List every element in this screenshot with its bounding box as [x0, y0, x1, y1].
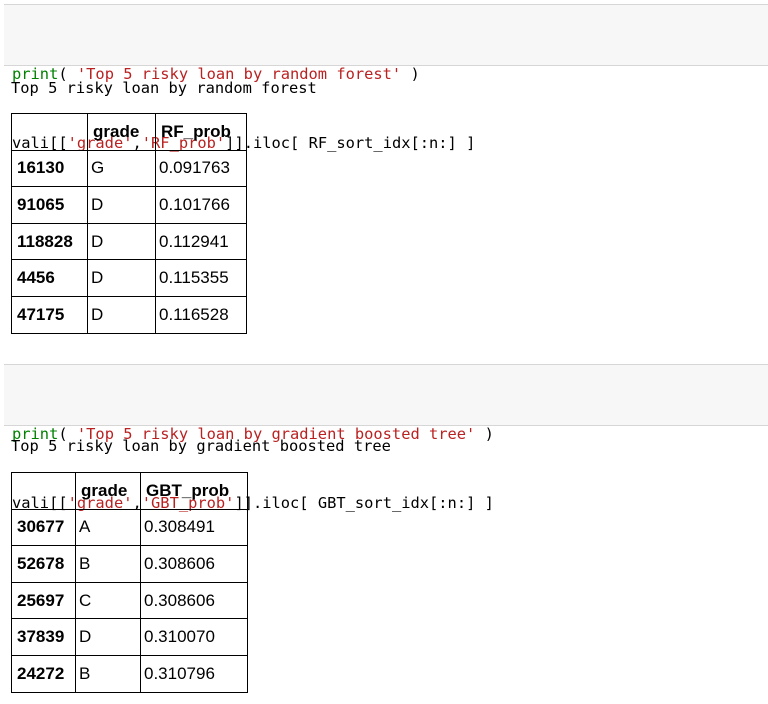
cell-prob: 0.310796 — [140, 654, 248, 693]
cell-prob: 0.310070 — [140, 618, 248, 656]
cell-prob: 0.308491 — [140, 508, 248, 547]
row-index: 30677 — [11, 508, 76, 547]
code-cell-2[interactable]: print( 'Top 5 risky loan by gradient boo… — [4, 364, 768, 512]
dataframe-table-gbt: grade GBT_prob 30677 A 0.308491 52678 B … — [11, 472, 248, 693]
cell-grade: C — [75, 581, 141, 620]
table-row: 118828 D 0.112941 — [11, 222, 247, 261]
column-header-prob: RF_prob — [155, 113, 247, 151]
column-header-grade: grade — [87, 113, 156, 151]
code-token: ) — [475, 425, 494, 443]
cell-prob: 0.101766 — [155, 186, 247, 224]
cell-grade: D — [87, 259, 156, 297]
row-index: 91065 — [11, 186, 88, 224]
table-row: 25697 C 0.308606 — [11, 581, 248, 620]
row-index: 24272 — [11, 654, 76, 693]
row-index: 4456 — [11, 259, 88, 297]
row-index: 25697 — [11, 581, 76, 620]
table-row: 4456 D 0.115355 — [11, 259, 247, 297]
table-row: 47175 D 0.116528 — [11, 295, 247, 334]
row-index: 52678 — [11, 545, 76, 583]
table-row: 52678 B 0.308606 — [11, 545, 248, 583]
table-row: 91065 D 0.101766 — [11, 186, 247, 224]
column-header-grade: grade — [75, 472, 141, 510]
index-header — [11, 113, 88, 151]
cell-prob: 0.091763 — [155, 149, 247, 188]
code-token: ]].iloc[ GBT_sort_idx[:n:] ] — [234, 494, 494, 512]
cell-prob: 0.115355 — [155, 259, 247, 297]
row-index: 47175 — [11, 295, 88, 334]
row-index: 37839 — [11, 618, 76, 656]
cell-prob: 0.308606 — [140, 581, 248, 620]
code-token: ]].iloc[ RF_sort_idx[:n:] ] — [225, 134, 476, 152]
column-header-prob: GBT_prob — [140, 472, 248, 510]
cell-grade: D — [87, 186, 156, 224]
cell-output-text: Top 5 risky loan by random forest — [11, 79, 317, 97]
cell-prob: 0.112941 — [155, 222, 247, 261]
table-row: 30677 A 0.308491 — [11, 508, 248, 547]
cell-prob: 0.116528 — [155, 295, 247, 334]
cell-grade: D — [87, 222, 156, 261]
row-index: 16130 — [11, 149, 88, 188]
code-token: ) — [401, 65, 420, 83]
dataframe-table-rf: grade RF_prob 16130 G 0.091763 91065 D 0… — [11, 113, 247, 334]
table-header-row: grade GBT_prob — [11, 472, 248, 510]
table-row: 16130 G 0.091763 — [11, 149, 247, 188]
code-cell-1[interactable]: print( 'Top 5 risky loan by random fores… — [4, 4, 768, 152]
cell-grade: D — [87, 295, 156, 334]
table-row: 37839 D 0.310070 — [11, 618, 248, 656]
table-row: 24272 B 0.310796 — [11, 654, 248, 693]
cell-grade: D — [75, 618, 141, 656]
cell-grade: G — [87, 149, 156, 188]
cell-grade: A — [75, 508, 141, 547]
row-index: 118828 — [11, 222, 88, 261]
cell-grade: B — [75, 545, 141, 583]
index-header — [11, 472, 76, 510]
cell-output-text: Top 5 risky loan by gradient boosted tre… — [11, 437, 391, 455]
cell-prob: 0.308606 — [140, 545, 248, 583]
cell-grade: B — [75, 654, 141, 693]
table-header-row: grade RF_prob — [11, 113, 247, 151]
